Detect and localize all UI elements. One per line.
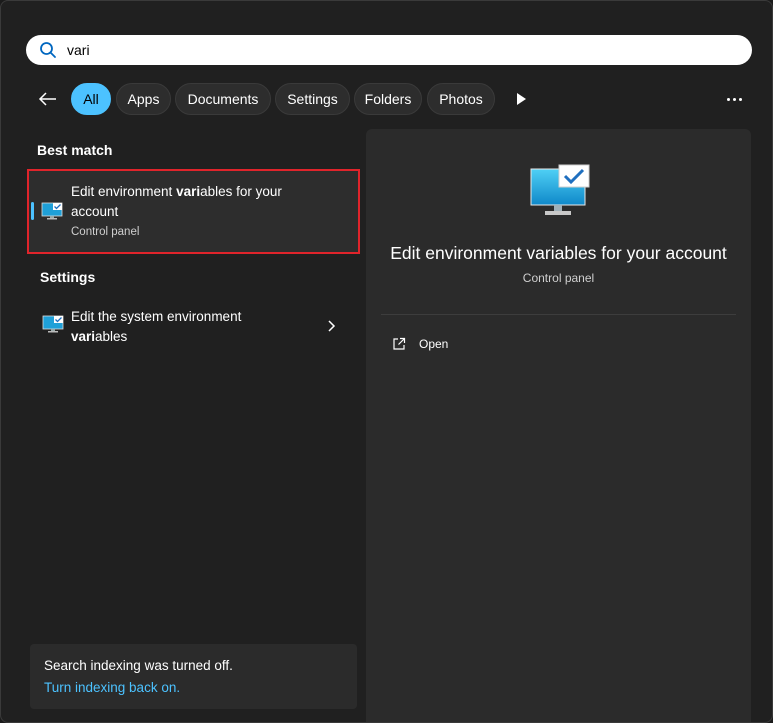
title-line2: account <box>71 204 119 219</box>
details-panel: Edit environment variables for your acco… <box>366 129 751 722</box>
settings-heading: Settings <box>40 269 96 285</box>
control-panel-monitor-icon <box>42 315 64 333</box>
open-action[interactable]: Open <box>392 335 448 353</box>
details-subtitle: Control panel <box>522 271 595 285</box>
title-match-text: vari <box>176 184 201 199</box>
search-icon <box>39 41 57 59</box>
selection-indicator <box>31 202 34 220</box>
control-panel-monitor-icon <box>530 164 590 215</box>
play-icon <box>517 93 526 105</box>
filter-chip-all[interactable]: All <box>71 83 111 115</box>
best-match-result[interactable]: Edit environment variables for your acco… <box>27 169 360 254</box>
filter-bar: All Apps Documents Settings Folders Phot… <box>1 83 772 115</box>
open-label: Open <box>419 337 449 351</box>
back-button[interactable] <box>37 89 59 109</box>
filter-chip-documents[interactable]: Documents <box>175 83 271 115</box>
filter-chip-photos[interactable]: Photos <box>427 83 495 115</box>
filter-chip-apps[interactable]: Apps <box>116 83 171 115</box>
indexing-message: Search indexing was turned off. <box>44 658 233 673</box>
more-dots-icon <box>726 97 730 101</box>
filter-chip-settings[interactable]: Settings <box>275 83 350 115</box>
best-match-title: Edit environment variables for your acco… <box>71 182 282 222</box>
details-title: Edit environment variables for your acco… <box>390 243 727 263</box>
title-line1: Edit the system environment <box>71 309 242 324</box>
filter-chip-folders[interactable]: Folders <box>354 83 422 115</box>
settings-result-title: Edit the system environment variables <box>71 307 241 347</box>
search-window: All Apps Documents Settings Folders Phot… <box>0 0 773 723</box>
search-box[interactable] <box>26 35 752 65</box>
title-line2-rest: ables <box>95 329 128 344</box>
more-filters-button[interactable] <box>513 91 529 107</box>
title-text-rest: ables for your <box>200 184 282 199</box>
title-match-text: vari <box>71 329 96 344</box>
title-text: Edit environment <box>71 184 177 199</box>
chevron-right-icon[interactable] <box>327 319 337 333</box>
more-options-button[interactable] <box>722 91 746 107</box>
best-match-subtitle: Control panel <box>71 226 140 238</box>
settings-result[interactable]: Edit the system environment variables <box>27 301 360 353</box>
open-external-icon <box>393 337 406 350</box>
turn-indexing-on-link[interactable]: Turn indexing back on. <box>44 680 180 695</box>
search-input[interactable] <box>67 42 667 58</box>
indexing-notice: Search indexing was turned off. Turn ind… <box>30 644 357 709</box>
best-match-heading: Best match <box>37 142 113 158</box>
divider <box>381 314 736 315</box>
arrow-left-icon <box>38 92 56 106</box>
control-panel-monitor-icon <box>41 202 63 220</box>
